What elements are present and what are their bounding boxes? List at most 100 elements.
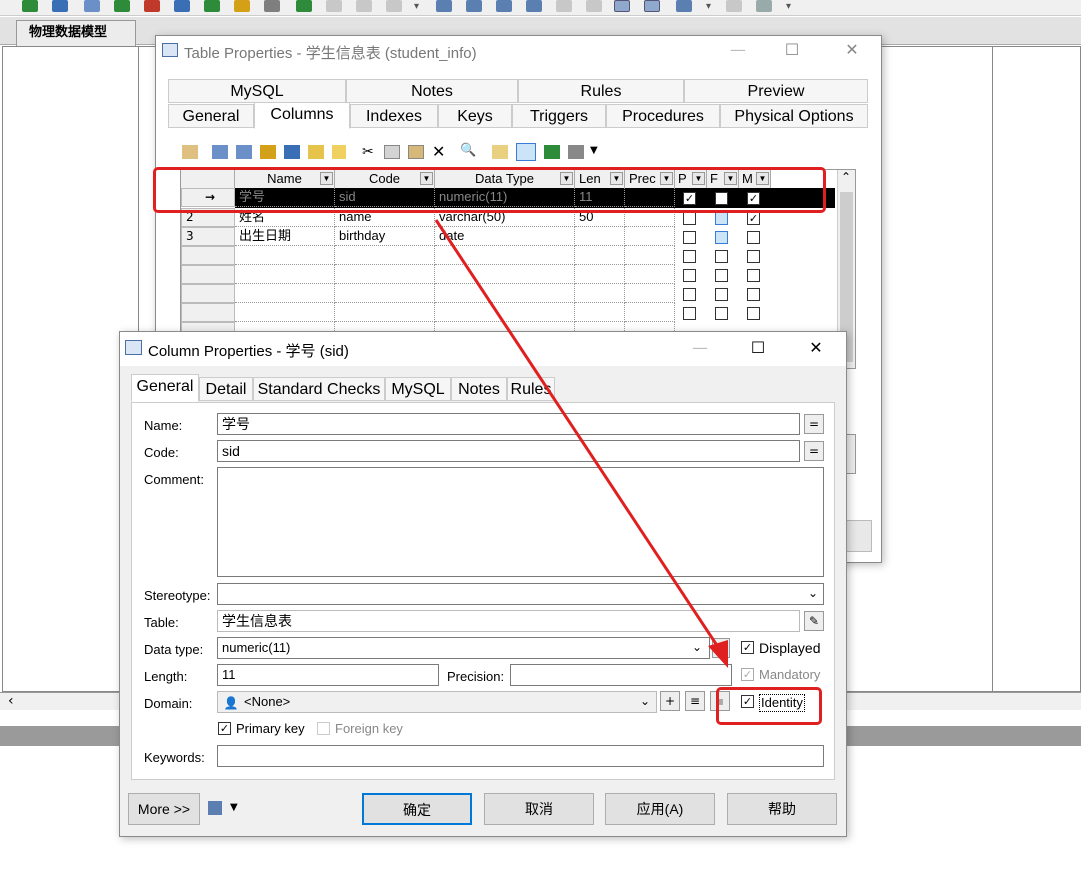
cell-empty[interactable] xyxy=(335,303,435,322)
print-icon[interactable] xyxy=(208,801,222,815)
cell-empty[interactable] xyxy=(235,303,335,322)
stereotype-select[interactable] xyxy=(217,583,824,605)
toolbar-icon[interactable] xyxy=(234,0,250,12)
toolbar-overflow-icon[interactable]: ▾ xyxy=(786,1,791,13)
copy-icon[interactable] xyxy=(384,145,400,159)
mandatory-checkbox[interactable] xyxy=(747,250,760,263)
table-properties-button[interactable]: ✎ xyxy=(804,611,824,631)
row-number[interactable] xyxy=(181,246,235,265)
close-icon[interactable]: ✕ xyxy=(840,40,864,60)
tab-indexes[interactable]: Indexes xyxy=(350,104,438,128)
document-tab[interactable]: 物理数据模型 xyxy=(16,20,136,46)
tab-rules[interactable]: Rules xyxy=(507,377,555,401)
cell-empty[interactable] xyxy=(625,265,675,284)
cell-empty[interactable] xyxy=(335,246,435,265)
replicate-icon[interactable] xyxy=(284,145,300,159)
toolbar-icon[interactable] xyxy=(556,0,572,12)
comment-field[interactable] xyxy=(217,467,824,577)
toolbar-icon[interactable] xyxy=(386,0,402,12)
toolbar-icon[interactable] xyxy=(22,0,38,12)
toolbar-icon[interactable] xyxy=(204,0,220,12)
toolbar-icon[interactable] xyxy=(756,0,772,12)
cell-code[interactable]: birthday xyxy=(335,227,435,246)
tab-columns[interactable]: Columns xyxy=(254,102,350,129)
cell-name[interactable]: 出生日期 xyxy=(235,227,335,246)
cut-icon[interactable]: ✂ xyxy=(362,144,374,160)
foreign-checkbox[interactable] xyxy=(715,307,728,320)
data-type-browse-button[interactable]: … xyxy=(712,638,730,658)
cell-empty[interactable] xyxy=(625,303,675,322)
cell-empty[interactable] xyxy=(575,303,625,322)
toolbar-icon[interactable] xyxy=(436,0,452,12)
domain-new-button[interactable]: + xyxy=(660,691,680,711)
tab-standard-checks[interactable]: Standard Checks xyxy=(253,377,385,401)
cell-empty[interactable] xyxy=(335,265,435,284)
cell-data-type[interactable]: date xyxy=(435,227,575,246)
cell-empty[interactable] xyxy=(575,284,625,303)
chevron-down-icon[interactable]: ⌄ xyxy=(808,586,818,600)
cell-empty[interactable] xyxy=(435,265,575,284)
keywords-field[interactable] xyxy=(217,745,824,767)
mandatory-checkbox[interactable] xyxy=(747,269,760,282)
cell-precision[interactable] xyxy=(625,227,675,246)
tab-rules[interactable]: Rules xyxy=(518,79,684,103)
cancel-button[interactable]: 取消 xyxy=(484,793,594,825)
tab-physical-options[interactable]: Physical Options xyxy=(720,104,868,128)
code-equals-button[interactable]: = xyxy=(804,441,824,461)
primary-checkbox[interactable] xyxy=(683,231,696,244)
primary-checkbox[interactable] xyxy=(683,288,696,301)
primary-checkbox[interactable] xyxy=(683,212,696,225)
tab-preview[interactable]: Preview xyxy=(684,79,868,103)
cell-empty[interactable] xyxy=(435,246,575,265)
toolbar-overflow-icon[interactable]: ▾ xyxy=(414,1,419,13)
domain-select[interactable]: 👤 <None> xyxy=(217,691,657,713)
foreign-checkbox[interactable] xyxy=(715,288,728,301)
toolbar-icon[interactable] xyxy=(144,0,160,12)
side-scroll-control[interactable] xyxy=(846,434,856,474)
minimize-icon[interactable]: — xyxy=(688,338,712,358)
toolbar-icon[interactable] xyxy=(726,0,742,12)
length-field[interactable]: 11 xyxy=(217,664,439,686)
delete-icon[interactable]: ✕ xyxy=(432,142,445,161)
tab-general[interactable]: General xyxy=(131,374,199,402)
row-number[interactable] xyxy=(181,265,235,284)
toolbar-icon[interactable] xyxy=(496,0,512,12)
toolbar-icon[interactable] xyxy=(614,0,630,12)
mandatory-checkbox[interactable] xyxy=(747,231,760,244)
hidden-button[interactable] xyxy=(846,520,872,552)
tab-procedures[interactable]: Procedures xyxy=(606,104,720,128)
ok-button[interactable]: 确定 xyxy=(362,793,472,825)
cell-empty[interactable] xyxy=(335,284,435,303)
toolbar-icon[interactable] xyxy=(466,0,482,12)
tab-mysql[interactable]: MySQL xyxy=(168,79,346,103)
find-icon[interactable]: 🔍 xyxy=(460,143,476,158)
precision-field[interactable] xyxy=(510,664,732,686)
name-field[interactable]: 学号 xyxy=(217,413,800,435)
domain-properties-button[interactable]: ≡ xyxy=(685,691,705,711)
cell-empty[interactable] xyxy=(435,303,575,322)
close-icon[interactable]: ✕ xyxy=(804,338,828,358)
add-columns-icon[interactable] xyxy=(260,145,276,159)
cell-empty[interactable] xyxy=(575,246,625,265)
tab-notes[interactable]: Notes xyxy=(451,377,507,401)
help-button[interactable]: 帮助 xyxy=(727,793,837,825)
cell-empty[interactable] xyxy=(435,284,575,303)
cell-empty[interactable] xyxy=(235,284,335,303)
row-number[interactable] xyxy=(181,284,235,303)
toolbar-icon[interactable] xyxy=(644,0,660,12)
add-row-icon[interactable] xyxy=(236,145,252,159)
dropdown-arrow-icon[interactable]: ▼ xyxy=(590,145,598,156)
cell-empty[interactable] xyxy=(625,284,675,303)
toolbar-icon[interactable] xyxy=(264,0,280,12)
cell-empty[interactable] xyxy=(625,246,675,265)
toolbar-icon[interactable] xyxy=(526,0,542,12)
minimize-icon[interactable]: — xyxy=(726,40,750,60)
cell-empty[interactable] xyxy=(235,265,335,284)
toolbar-overflow-icon[interactable]: ▾ xyxy=(706,1,711,13)
toolbar-icon[interactable] xyxy=(296,0,312,12)
customize-columns-icon[interactable] xyxy=(516,143,536,161)
primary-key-checkbox[interactable]: ✓ xyxy=(218,722,231,735)
toolbar-icon[interactable] xyxy=(586,0,602,12)
tab-mysql[interactable]: MySQL xyxy=(385,377,451,401)
reuse-icon[interactable] xyxy=(308,145,324,159)
